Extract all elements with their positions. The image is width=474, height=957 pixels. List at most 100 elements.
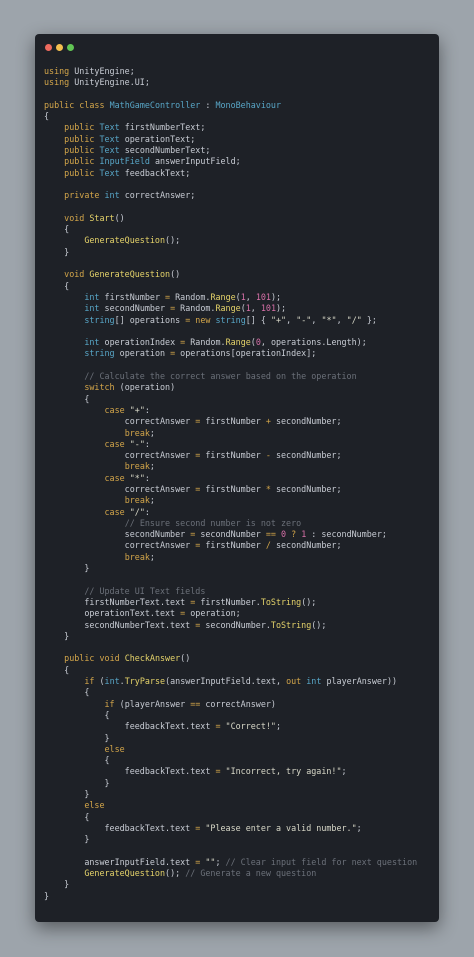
code-line: public Text secondNumberText; (44, 145, 436, 156)
code-token: new (195, 314, 211, 325)
code-line: break; (44, 461, 436, 472)
code-token: playerAnswer)) (321, 676, 398, 687)
code-token: out (286, 676, 302, 687)
code-line: int operationIndex = Random.Range(0, ope… (44, 337, 436, 348)
code-token: } (44, 890, 50, 901)
code-token: } (44, 789, 90, 799)
code-token: Text (99, 133, 120, 144)
code-token: operationIndex (99, 337, 181, 348)
code-line: secondNumberText.text = secondNumber.ToS… (44, 620, 436, 631)
code-token: : (144, 438, 150, 449)
code-token: "" (205, 856, 216, 867)
code-token: { (44, 393, 90, 404)
code-token: InputField (99, 156, 150, 167)
minimize-button[interactable] (56, 44, 63, 51)
code-token: firstNumber (200, 416, 266, 427)
code-token: string (84, 314, 115, 325)
code-token: "*" (321, 314, 337, 325)
code-token: public (64, 653, 95, 664)
code-token: secondNumber (44, 529, 191, 540)
code-token: break (124, 427, 150, 438)
code-line: case "/": (44, 507, 436, 518)
code-line: } (44, 879, 436, 890)
code-line: GenerateQuestion(); // Generate a new qu… (44, 868, 436, 879)
code-token: [] operations (114, 314, 186, 325)
code-token: case (104, 472, 125, 483)
code-token: , (286, 314, 297, 325)
code-token: , (245, 291, 256, 302)
maximize-button[interactable] (67, 44, 74, 51)
code-line: correctAnswer = firstNumber / secondNumb… (44, 540, 436, 551)
code-line: public Text operationText; (44, 134, 436, 145)
code-line: { (44, 111, 436, 122)
code-token: private (64, 190, 100, 201)
code-token: , (311, 314, 322, 325)
code-token: "-" (129, 438, 145, 449)
code-token: (operation) (114, 382, 176, 393)
code-line: // Update UI Text fields (44, 586, 436, 597)
code-token: , (336, 314, 347, 325)
code-token: int (84, 337, 100, 348)
code-token: ToString (260, 596, 302, 607)
code-token: feedbackText.text (44, 721, 216, 732)
code-line: else (44, 744, 436, 755)
code-token: UnityEngine.UI; (69, 77, 150, 88)
code-token: firstNumber (200, 450, 266, 461)
code-token: correctAnswer; (119, 190, 196, 201)
code-line: correctAnswer = firstNumber * secondNumb… (44, 484, 436, 495)
code-token: "*" (129, 472, 145, 483)
code-line: case "*": (44, 473, 436, 484)
code-token: "Correct!" (225, 721, 276, 732)
code-token: void (64, 269, 85, 280)
code-line: feedbackText.text = "Incorrect, try agai… (44, 766, 436, 777)
code-token: "+" (129, 404, 145, 415)
code-token: : (144, 404, 150, 415)
code-line: { (44, 687, 436, 698)
code-line: switch (operation) (44, 382, 436, 393)
code-token: int (104, 190, 120, 201)
code-token: GenerateQuestion (84, 868, 166, 879)
code-token: "Please enter a valid number." (205, 822, 357, 833)
code-token: else (104, 743, 125, 754)
code-token: int (306, 676, 322, 687)
code-line: int firstNumber = Random.Range(1, 101); (44, 292, 436, 303)
code-token: Random. (175, 303, 216, 314)
code-token: ; (215, 856, 226, 867)
code-line: { (44, 755, 436, 766)
code-line: { (44, 394, 436, 405)
code-line: int secondNumber = Random.Range(1, 101); (44, 303, 436, 314)
code-token: == (190, 698, 201, 709)
code-line: if (int.TryParse(answerInputField.text, … (44, 676, 436, 687)
code-token: case (104, 506, 125, 517)
code-token: operationText.text (44, 608, 181, 619)
code-line: case "-": (44, 439, 436, 450)
code-token: ; (149, 495, 155, 506)
code-line: string operation = operations[operationI… (44, 348, 436, 359)
code-token: else (84, 800, 105, 811)
code-token: answerInputField.text (44, 856, 196, 867)
code-line: } (44, 733, 436, 744)
code-token: // Generate a new question (185, 868, 317, 879)
code-token: int (84, 291, 100, 302)
code-line: // Calculate the correct answer based on… (44, 371, 436, 382)
code-line: if (playerAnswer == correctAnswer) (44, 699, 436, 710)
code-token: void (99, 653, 120, 664)
close-button[interactable] (45, 44, 52, 51)
code-token: == (265, 529, 276, 540)
code-line: } (44, 789, 436, 800)
code-line: public Text feedbackText; (44, 168, 436, 179)
code-line: public void CheckAnswer() (44, 653, 436, 664)
code-token: secondNumberText; (119, 145, 211, 156)
